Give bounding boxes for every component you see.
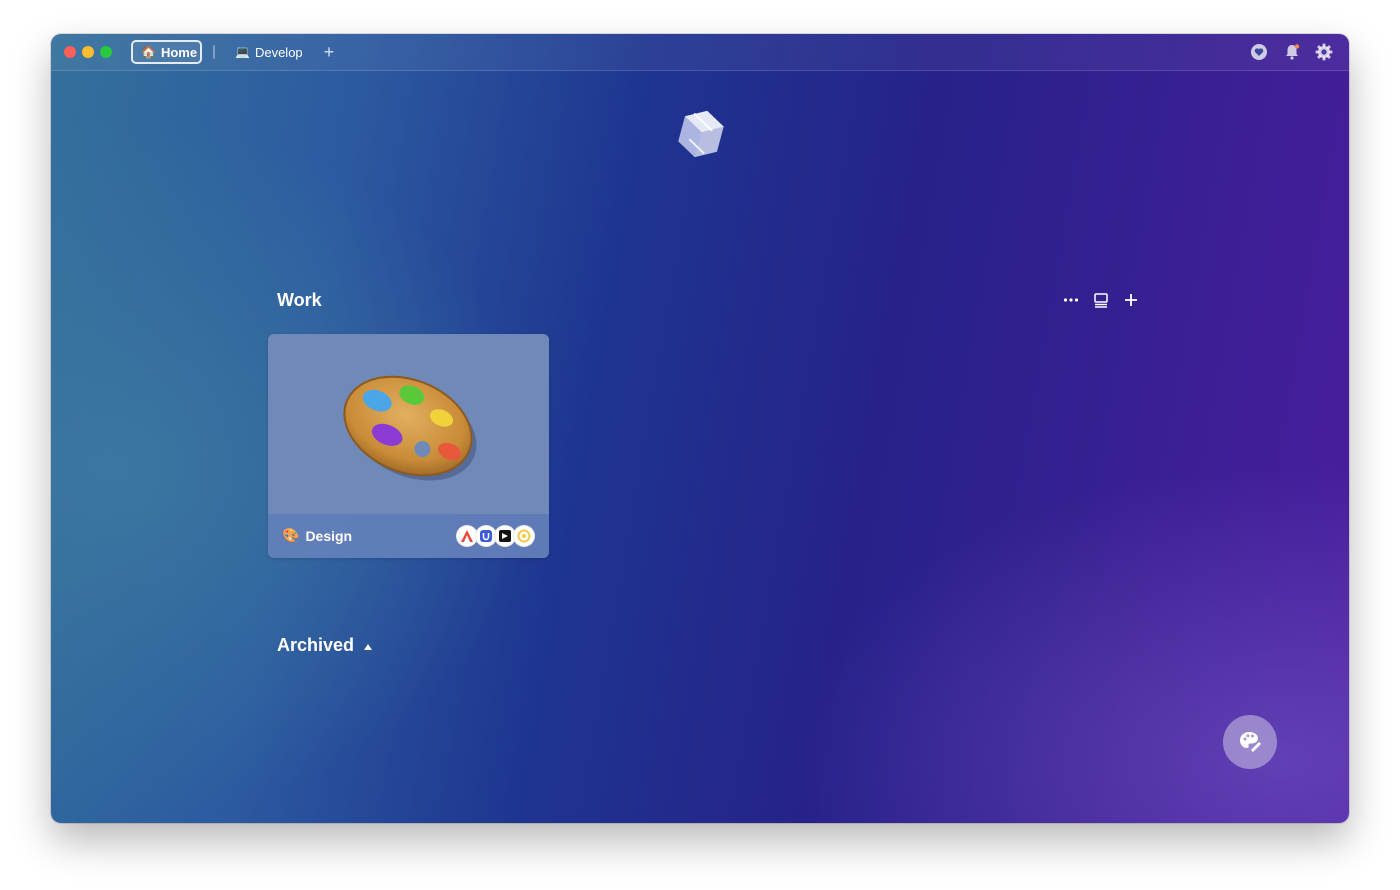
caret-up-icon (364, 643, 373, 650)
minimize-window-button[interactable] (82, 46, 94, 58)
tab-develop[interactable]: 💻 Develop (227, 40, 311, 64)
tab-divider (213, 45, 215, 59)
new-tab-button[interactable]: + (319, 40, 339, 64)
app-window: 🏠 Home 💻 Develop + Work 🎨 Design Archive… (51, 34, 1349, 823)
card-footer: 🎨 Design (268, 514, 549, 558)
tab-develop-label: Develop (254, 44, 303, 60)
tab-home[interactable]: 🏠 Home (131, 40, 202, 64)
color-picker-icon (513, 525, 535, 547)
plus-icon[interactable] (1121, 290, 1141, 310)
space-card-design[interactable]: 🎨 Design (268, 334, 549, 558)
layout-icon[interactable] (1091, 290, 1111, 310)
palette-brush-icon (1240, 732, 1261, 752)
laptop-icon: 💻 (235, 45, 250, 59)
house-icon: 🏠 (141, 45, 156, 59)
card-title-label: Design (305, 527, 353, 544)
heart-icon[interactable] (1250, 43, 1268, 61)
gear-icon[interactable] (1315, 43, 1333, 61)
bell-icon[interactable] (1283, 43, 1301, 61)
title-bar: 🏠 Home 💻 Develop + (51, 34, 1349, 71)
palette-emoji-icon: 🎨 (282, 527, 300, 543)
section-title-archived: Archived (277, 635, 355, 655)
theme-palette-button[interactable] (1223, 715, 1277, 769)
tab-home-label: Home (160, 44, 198, 60)
app-logo-icon (673, 106, 729, 162)
more-icon[interactable] (1061, 290, 1081, 310)
section-archived-toggle[interactable]: Archived (277, 635, 373, 656)
section-title-work: Work (277, 290, 322, 310)
card-app-icons (456, 525, 535, 547)
card-title: 🎨 Design (282, 527, 352, 544)
section-actions (1061, 290, 1141, 310)
close-window-button[interactable] (64, 46, 76, 58)
zoom-window-button[interactable] (100, 46, 112, 58)
card-cover-image (268, 334, 549, 514)
palette-illustration (343, 375, 477, 481)
